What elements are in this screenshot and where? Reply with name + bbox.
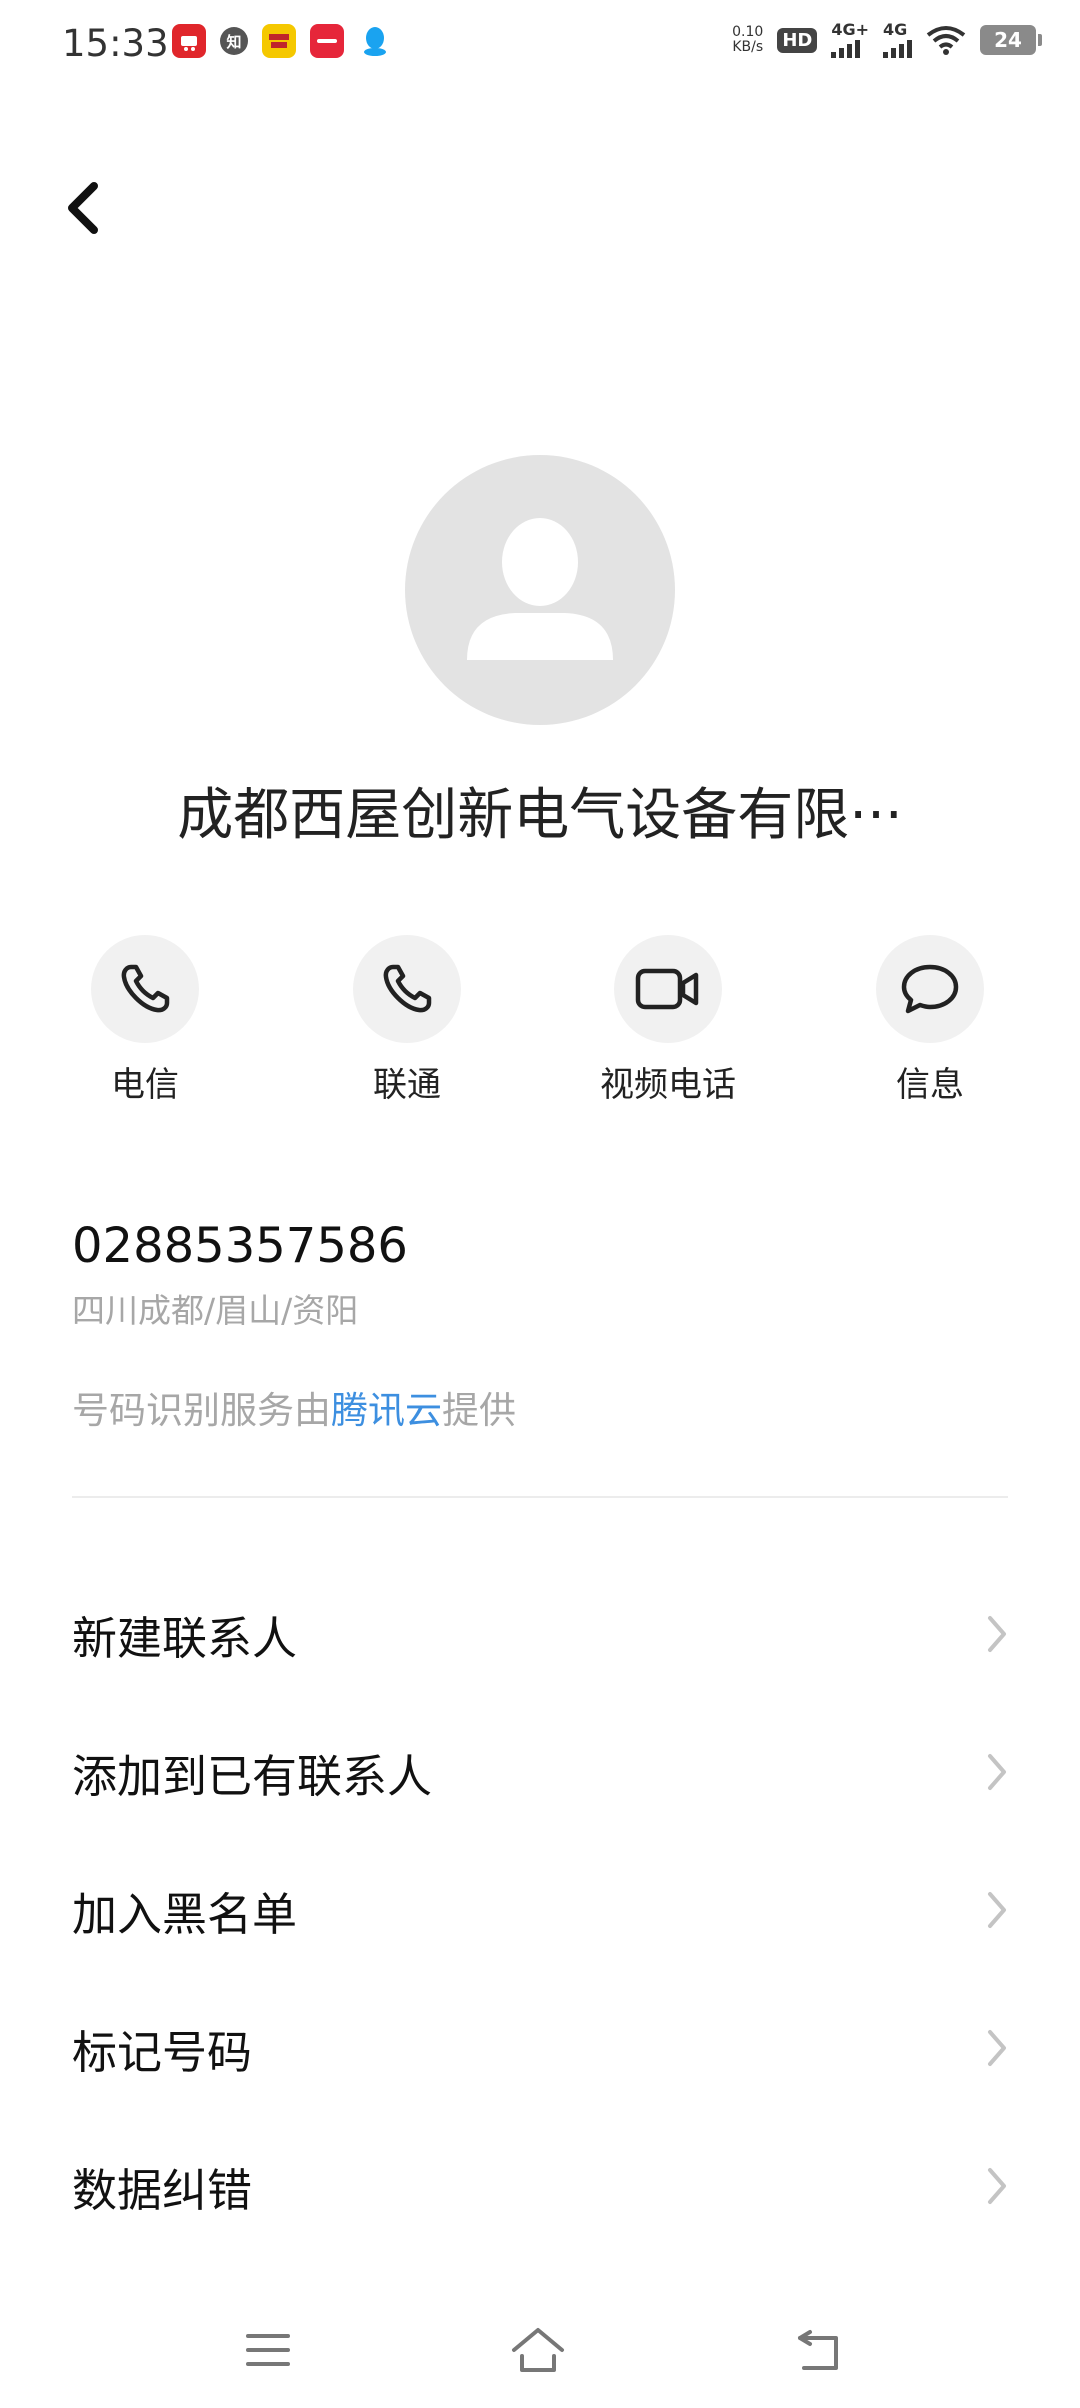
number-location: 四川成都/眉山/资阳 [72,1291,359,1330]
person-placeholder-icon [467,518,613,660]
chevron-right-icon [988,2030,1006,2066]
identification-provider: 号码识别服务由腾讯云提供 [72,1389,516,1432]
app-notification-icon [172,24,206,58]
network-speed: 0.10 KB/s [732,24,764,55]
mini-app-icon [310,24,344,58]
back-button[interactable] [56,172,116,242]
action-label: 信息 [896,1065,964,1105]
phone-icon [121,964,170,1013]
divider [72,1496,1008,1498]
nav-menu-button[interactable] [238,2320,298,2380]
options-menu: 新建联系人 添加到已有联系人 加入黑名单 标记号码 数据纠错 [0,1565,1080,2255]
notification-icons: 知 [172,24,392,58]
chevron-right-icon [988,1892,1006,1928]
video-circle [614,935,722,1043]
menu-add-to-existing[interactable]: 添加到已有联系人 [0,1703,1080,1841]
signal-4g-plus-icon: 4G+ [831,22,869,58]
call-circle [353,935,461,1043]
hd-voice-icon: HD [777,27,818,53]
video-camera-icon [635,968,699,1010]
action-label: 电信 [111,1065,179,1105]
message-circle [876,935,984,1043]
system-icons: 0.10 KB/s HD 4G+ 4G 24 [732,22,1042,58]
contact-name: 成都西屋创新电气设备有限··· [177,783,903,848]
chevron-right-icon [988,2168,1006,2204]
shopping-app-icon [262,24,296,58]
menu-new-contact[interactable]: 新建联系人 [0,1565,1080,1703]
battery-icon: 24 [980,25,1042,55]
wifi-icon [926,26,966,55]
back-arrow-icon [68,182,98,234]
phone-number[interactable]: 02885357586 [72,1218,408,1274]
chat-bubble-icon [901,964,959,1014]
nav-back-button[interactable] [790,2320,850,2380]
return-icon [798,2330,838,2370]
qq-icon [358,24,392,58]
nav-home-button[interactable] [508,2320,568,2380]
status-bar: 15:33 知 0.10 KB/s HD 4G+ 4G 24 [0,0,1080,90]
menu-blacklist[interactable]: 加入黑名单 [0,1841,1080,1979]
action-label: 联通 [373,1065,441,1105]
menu-icon [246,2334,290,2366]
message-button[interactable]: 信息 [830,935,1030,1106]
status-time: 15:33 [62,22,169,65]
contact-avatar [405,455,675,725]
menu-report-error[interactable]: 数据纠错 [0,2117,1080,2255]
provider-link[interactable]: 腾讯云 [331,1389,442,1432]
navigation-bar [0,2290,1080,2408]
zhihu-icon: 知 [220,27,248,55]
signal-4g-icon: 4G [883,22,912,58]
phone-icon [383,964,432,1013]
chevron-right-icon [988,1754,1006,1790]
call-circle [91,935,199,1043]
action-label: 视频电话 [600,1065,736,1105]
chevron-right-icon [988,1616,1006,1652]
home-icon [512,2328,564,2372]
video-call-button[interactable]: 视频电话 [568,935,768,1106]
menu-mark-number[interactable]: 标记号码 [0,1979,1080,2117]
call-unicom-button[interactable]: 联通 [307,935,507,1106]
call-telecom-button[interactable]: 电信 [45,935,245,1106]
